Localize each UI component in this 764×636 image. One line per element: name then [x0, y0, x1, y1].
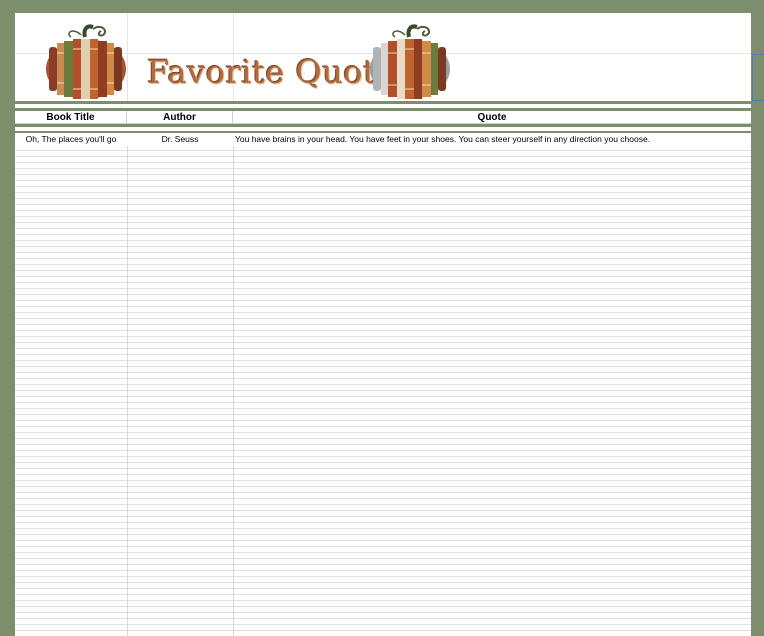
cell-author[interactable]: Dr. Seuss: [127, 133, 233, 146]
header-book-title[interactable]: Book Title: [15, 111, 127, 123]
quotes-sheet: Oh, The places you'll go Dr. Seuss You h…: [15, 133, 751, 636]
spacer-row: [15, 127, 751, 131]
table-header: Book Title Author Quote: [15, 111, 751, 124]
cell-selection-edge: [752, 54, 764, 101]
header-author[interactable]: Author: [127, 111, 233, 123]
cell-book-title[interactable]: Oh, The places you'll go: [15, 133, 127, 146]
pumpkin-books-icon: [46, 24, 126, 99]
spacer-row: [15, 104, 751, 108]
banner: Favorite Quotes: [15, 13, 751, 101]
cell-quote[interactable]: You have brains in your head. You have f…: [233, 133, 751, 146]
table-row: Oh, The places you'll go Dr. Seuss You h…: [15, 133, 751, 146]
pumpkin-books-icon: [370, 24, 450, 99]
header-quote[interactable]: Quote: [233, 111, 751, 123]
